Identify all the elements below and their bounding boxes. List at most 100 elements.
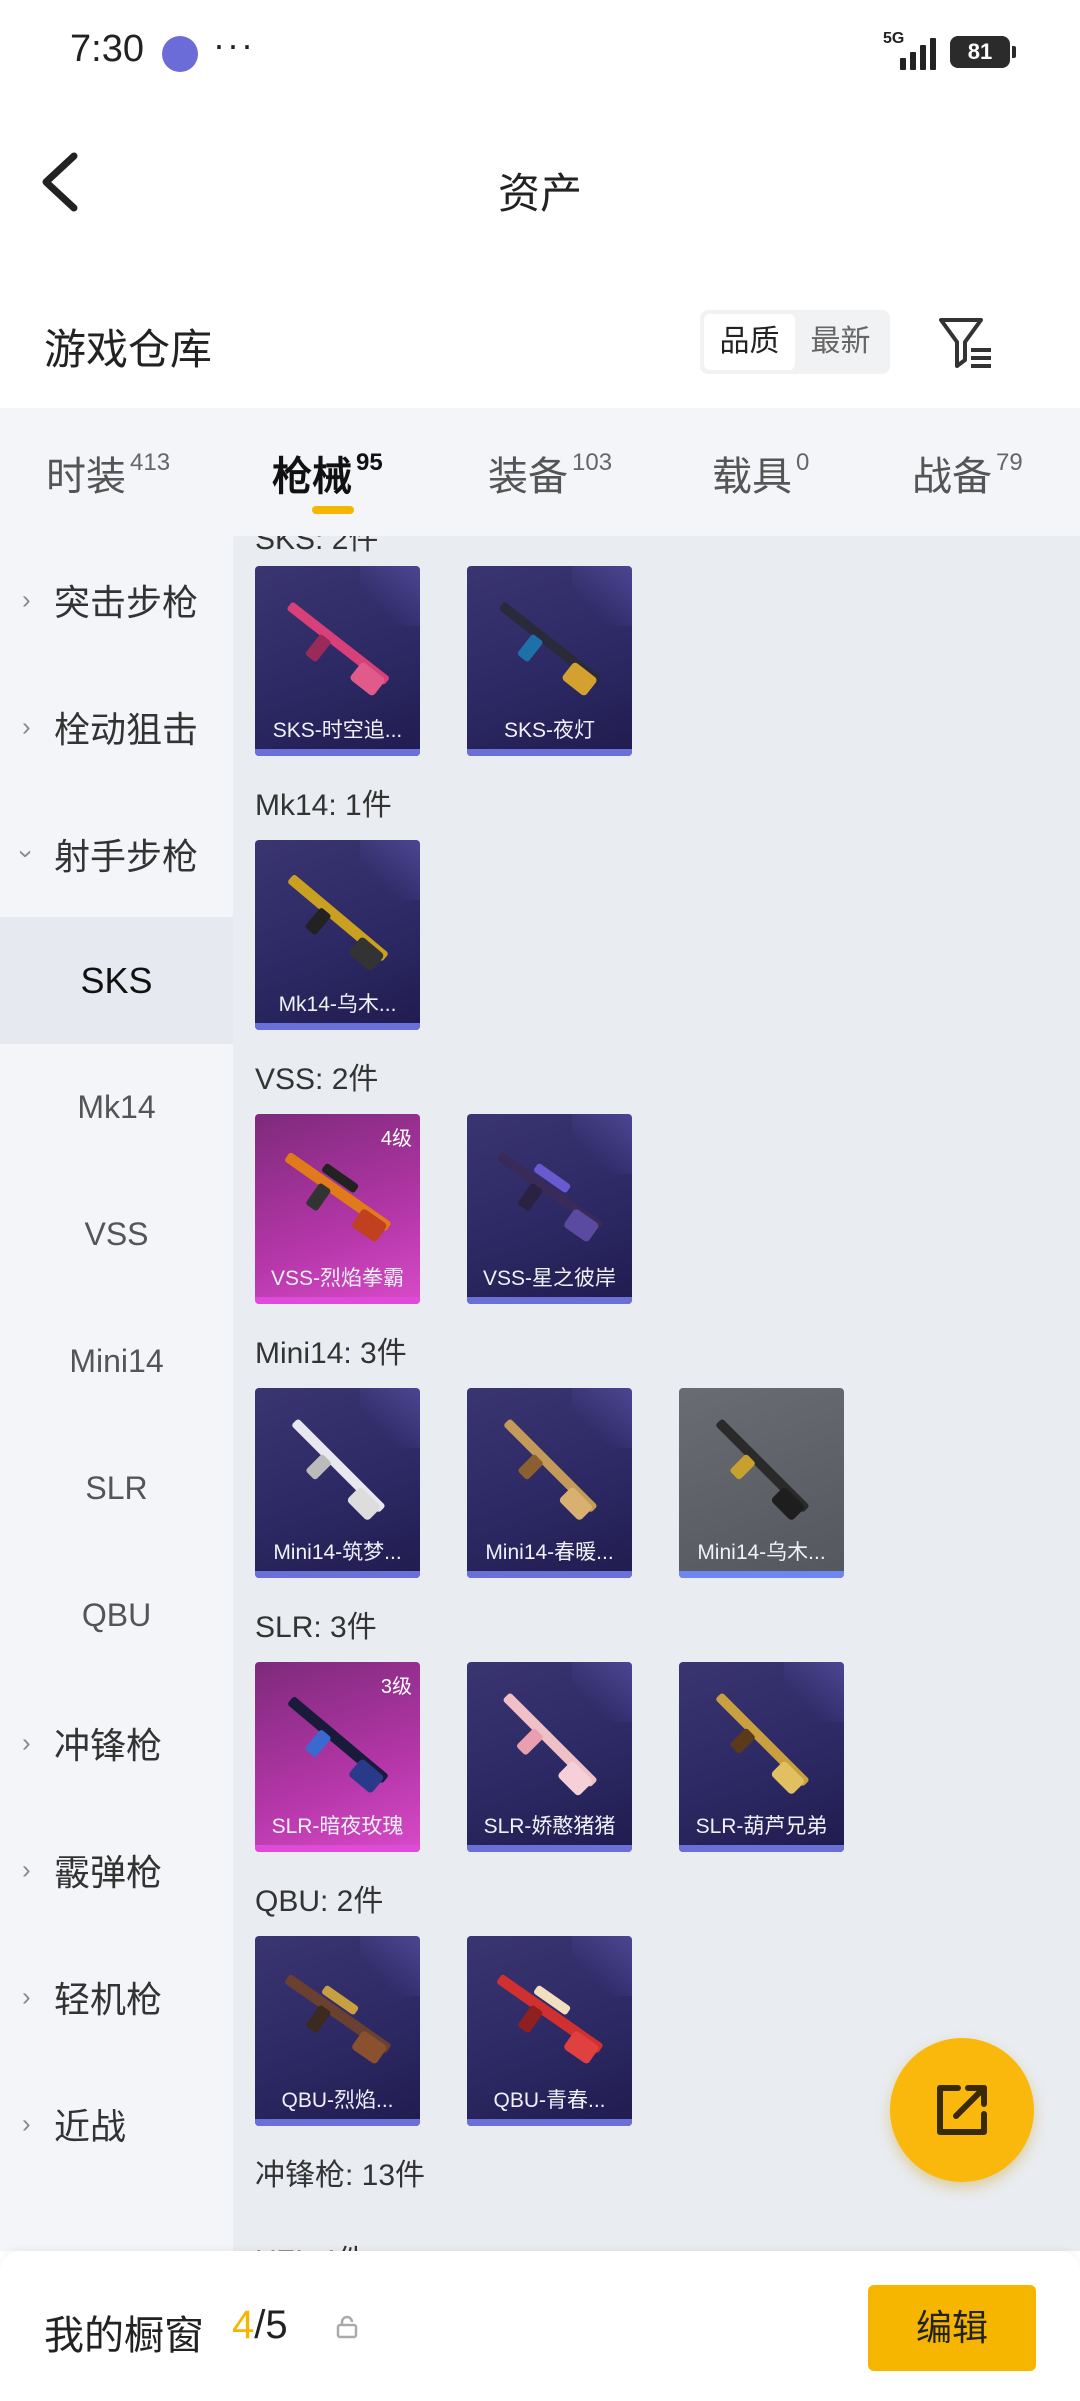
nav-label: 近战 [54, 2105, 127, 2147]
category-tabs: 时装 413 枪械 95 装备 103 载具 0 战备 79 [0, 408, 1080, 536]
section-title: 游戏仓库 [44, 326, 213, 373]
page-title: 资产 [497, 170, 582, 217]
nav-shotgun[interactable]: › 霰弹枪 [0, 1806, 233, 1933]
chevron-right-icon: › [22, 1854, 31, 1884]
status-time: 7:30 [70, 28, 144, 70]
item-card[interactable]: VSS-星之彼岸 [467, 1114, 632, 1304]
external-link-icon [937, 2085, 987, 2135]
item-name: SKS-夜灯 [503, 719, 595, 742]
chevron-right-icon: › [22, 2108, 31, 2138]
item-card[interactable]: 3级 SLR-暗夜玫瑰 [255, 1662, 420, 1852]
rifle-icon [287, 602, 389, 696]
group-title-vss: VSS: 2件 [255, 1063, 379, 1096]
item-card[interactable]: QBU-青春... [467, 1936, 632, 2126]
nav-label: 射手步枪 [54, 835, 199, 877]
group-title-mk14: Mk14: 1件 [255, 789, 392, 822]
showcase-count: 4/5 [232, 2303, 288, 2348]
nav-label: 栓动狙击 [54, 708, 199, 750]
item-card[interactable]: Mini14-筑梦... [255, 1388, 420, 1578]
nav-sub-qbu[interactable]: QBU [0, 1552, 233, 1679]
nav-label: 突击步枪 [54, 581, 199, 623]
item-card[interactable]: Mk14-乌木... [255, 840, 420, 1030]
status-bar: 7:30 ··· 5G 81 [0, 0, 1080, 100]
rifle-icon [292, 1419, 385, 1520]
sort-quality-button[interactable]: 品质 [704, 314, 795, 370]
chevron-right-icon: › [22, 584, 31, 614]
rifle-icon [288, 875, 388, 971]
item-name: Mk14-乌木... [278, 993, 397, 1016]
app-notification-icon [162, 36, 198, 72]
nav-label: 冲锋枪 [54, 1724, 163, 1766]
item-card[interactable]: 4级 VSS-烈焰拳霸 [255, 1114, 420, 1304]
rifle-icon [499, 602, 601, 696]
nav-melee[interactable]: › 近战 [0, 2060, 233, 2187]
item-card[interactable]: SKS-时空追... [255, 566, 420, 756]
share-fab-button[interactable] [890, 2038, 1034, 2182]
tab-count: 95 [356, 449, 383, 476]
nav-sub-slr[interactable]: SLR [0, 1425, 233, 1552]
rifle-icon [285, 1152, 391, 1242]
group-title-sks: SKS: 2件 [255, 536, 379, 556]
showcase-bar: 我的橱窗 4/5 编辑 [0, 2251, 1080, 2401]
group-title-mini14: Mini14: 3件 [255, 1337, 407, 1370]
group-title-uzi: UZI: 4件 [255, 2236, 367, 2251]
tab-tactical[interactable]: 战备 79 [912, 444, 1023, 502]
tab-fashion[interactable]: 时装 413 [46, 444, 170, 502]
group-title-smg: 冲锋枪: 13件 [255, 2159, 426, 2192]
lock-icon [336, 2315, 358, 2339]
nav-sub-sks[interactable]: SKS [0, 917, 233, 1044]
nav-label: 霰弹枪 [54, 1851, 163, 1893]
item-card[interactable]: Mini14-乌木... [679, 1388, 844, 1578]
tab-label: 装备 [488, 455, 568, 499]
app-header: 资产 [0, 100, 1080, 270]
item-name: VSS-星之彼岸 [482, 1267, 616, 1290]
tab-firearms[interactable]: 枪械 95 [272, 444, 383, 502]
battery-icon: 81 [950, 36, 1016, 68]
edit-button[interactable]: 编辑 [868, 2285, 1036, 2371]
tab-count: 103 [572, 449, 613, 476]
nav-sub-mini14[interactable]: Mini14 [0, 1298, 233, 1425]
chevron-down-icon: › [11, 849, 42, 858]
sort-newest-button[interactable]: 最新 [795, 314, 886, 370]
filter-button[interactable] [935, 312, 995, 372]
tab-vehicles[interactable]: 载具 0 [712, 444, 809, 502]
rifle-icon [716, 1693, 809, 1794]
tab-equipment[interactable]: 装备 103 [488, 444, 612, 502]
nav-lmg[interactable]: › 轻机枪 [0, 1933, 233, 2060]
chevron-right-icon: › [22, 1727, 31, 1757]
item-grid: SKS: 2件 SKS-时空追... SKS-夜灯 Mk14: 1件 Mk14-… [233, 536, 1080, 2251]
item-card[interactable]: QBU-烈焰... [255, 1936, 420, 2126]
item-card[interactable]: SLR-葫芦兄弟 [679, 1662, 844, 1852]
warehouse-header: 游戏仓库 品质 最新 [0, 290, 1080, 400]
tab-label: 载具 [712, 455, 792, 499]
group-title-slr: SLR: 3件 [255, 1611, 377, 1644]
group-title-qbu: QBU: 2件 [255, 1885, 384, 1918]
item-card[interactable]: Mini14-春暖... [467, 1388, 632, 1578]
item-name: Mini14-春暖... [485, 1541, 614, 1564]
nav-label: 轻机枪 [54, 1978, 163, 2020]
weapon-category-nav: › 突击步枪 › 栓动狙击 › 射手步枪 SKS Mk14 VSS Mini14… [0, 536, 233, 2251]
rifle-icon [288, 1697, 388, 1793]
nav-assault-rifles[interactable]: › 突击步枪 [0, 536, 233, 663]
rifle-icon [285, 1974, 391, 2064]
nav-sub-mk14[interactable]: Mk14 [0, 1044, 233, 1171]
nav-smg[interactable]: › 冲锋枪 [0, 1679, 233, 1806]
rifle-icon [497, 1152, 603, 1242]
item-name: SLR-娇憨猪猪 [483, 1815, 616, 1838]
item-card[interactable]: SLR-娇憨猪猪 [467, 1662, 632, 1852]
nav-sub-vss[interactable]: VSS [0, 1171, 233, 1298]
rifle-icon [503, 1693, 597, 1796]
item-name: Mini14-乌木... [697, 1541, 826, 1564]
sort-toggle: 品质 最新 [700, 310, 890, 374]
signal-icon [900, 36, 940, 70]
tab-label: 枪械 [272, 455, 352, 499]
item-card[interactable]: SKS-夜灯 [467, 566, 632, 756]
tab-count: 0 [796, 449, 810, 476]
item-name: Mini14-筑梦... [273, 1541, 402, 1564]
nav-marksman-rifles[interactable]: › 射手步枪 [0, 790, 233, 917]
chevron-right-icon: › [22, 1981, 31, 2011]
item-name: SLR-暗夜玫瑰 [271, 1815, 404, 1838]
tab-label: 战备 [912, 455, 992, 499]
chevron-right-icon: › [22, 711, 31, 741]
nav-bolt-action[interactable]: › 栓动狙击 [0, 663, 233, 790]
